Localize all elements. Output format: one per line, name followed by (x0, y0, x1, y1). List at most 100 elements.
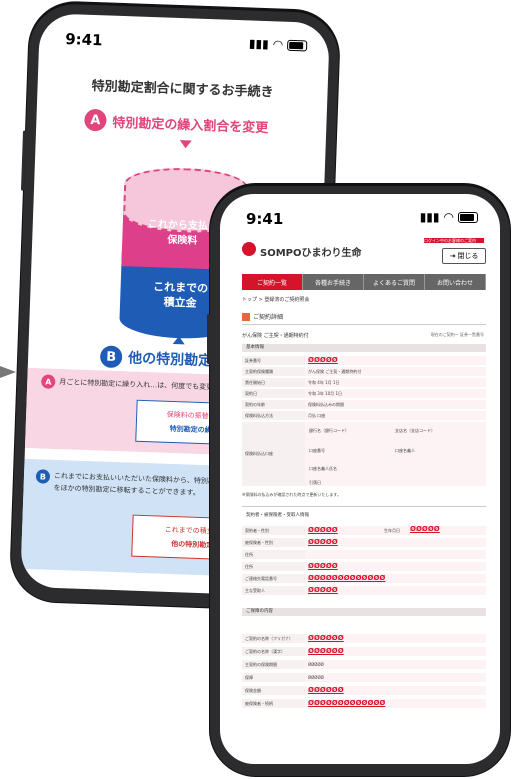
row-key: 住所 (242, 562, 305, 571)
login-notice-tag: ログイン中のお客様のご案内 (424, 238, 484, 243)
table-row: 契約の年齢 保険料払込みの期間 (242, 400, 486, 409)
row-key: 主な受取人 (242, 586, 305, 595)
divider (242, 324, 486, 325)
status-icons: ▮▮▮ ◠ (249, 36, 308, 52)
table-row: 被保険者・性別 ØØØØØ (242, 538, 486, 547)
volume-button (20, 130, 27, 191)
section-title-text: ご契約詳細 (253, 314, 284, 321)
table-row: 保険料払込方法 月払 口座 (242, 411, 486, 420)
status-icons: ▮▮▮ ◠ (420, 210, 478, 224)
footnote: ※保険料の払込みが確認された時点で更新いたします。 (242, 492, 341, 497)
product-title: がん保険 ご主契・通期特約付 (242, 333, 309, 339)
divider (242, 506, 486, 507)
row-value: 令和 3年 10月 1日 (305, 389, 486, 398)
table-row: 主契約保険種類 がん保険 ご主契・通期特約付 (242, 367, 486, 376)
breadcrumb: トップ > 登録済のご契約照会 (242, 297, 310, 303)
section-icon (242, 312, 250, 321)
row-key: 保障 (242, 673, 305, 682)
table-row: 証券番号 ØØØØØ (242, 356, 486, 365)
row-key: 主契約の保険期間 (242, 660, 305, 669)
row-key: 契約の年齢 (242, 400, 305, 409)
nav-item-contracts[interactable]: ご契約一覧 (242, 274, 303, 290)
table-row: ご契約の名称（フリガナ） ØØØØØØ (242, 634, 486, 643)
row-value: ØØØØØØØØØØØØØ (305, 699, 486, 708)
step-a-badge: A (84, 108, 107, 132)
row-value: ØØØØØØØØØØØØØ (305, 574, 486, 583)
close-button[interactable]: ⇥ 閉じる (442, 248, 486, 264)
sompo-logo-icon (242, 242, 256, 256)
payment-cell: 口座名義人 (395, 448, 415, 453)
row-value: ØØØØØ (305, 356, 486, 365)
table-row: ご連絡先電話番号 ØØØØØØØØØØØØØ (242, 574, 486, 583)
status-bar: 9:41 ▮▮▮ ◠ (39, 13, 330, 63)
section-bar-contractor: 契約者・被保険者・受取人情報 (242, 512, 486, 520)
brand-name: SOMPOひまわり生命 (260, 248, 362, 259)
page-title: 特別勘定割合に関するお手続き (91, 78, 274, 101)
status-bar: 9:41 ▮▮▮ ◠ (220, 194, 500, 234)
row-key: ご契約の名称（漢字） (242, 647, 305, 656)
wifi-icon: ◠ (272, 37, 284, 52)
volume-button (207, 314, 210, 364)
row-key: 主契約保険種類 (242, 367, 305, 376)
row-value: ØØØØØ (305, 660, 486, 669)
product-meta: 現在のご契約一 証券一覧番号 (430, 332, 484, 337)
row-value: ØØØØØØ (305, 647, 486, 656)
row-value: ØØØØØ (305, 562, 486, 571)
payment-cell: 支店名（支店コード） (395, 428, 435, 433)
up-arrow-icon (172, 335, 185, 345)
section-bar-coverage: ご保障の内容 (242, 608, 486, 616)
payment-cell: 銀行名（銀行コード） (309, 428, 349, 433)
nav-item-contact[interactable]: お問い合わせ (425, 274, 486, 290)
table-row: 住所 ØØØØØ (242, 562, 486, 571)
table-row: 保障 ØØØØØ (242, 673, 486, 682)
row-key: 保険金額 (242, 686, 305, 695)
row-value: 令和 4年 1月 1日 (305, 378, 486, 387)
row-value: ØØØØØ (305, 673, 486, 682)
arrow-indicator (0, 366, 16, 378)
payment-account-row: 保険料払込口座 銀行名（銀行コード） 支店名（支店コード） 口座番号 口座名義人… (242, 422, 486, 486)
row-key: 被保険者・性別 (242, 538, 305, 547)
pink-box-badge: A (41, 374, 56, 389)
status-time: 9:41 (64, 30, 103, 50)
row-key: 契約日 (242, 389, 305, 398)
close-label: 閉じる (457, 252, 479, 260)
step-b-badge: B (99, 345, 123, 369)
main-nav: ご契約一覧 各種お手続き よくあるご質問 お問い合わせ (242, 274, 486, 290)
signal-icon: ▮▮▮ (419, 210, 440, 224)
payment-cell: 引落日 (309, 480, 321, 485)
dob-label: 生年月日 (384, 528, 400, 533)
phone-mockup-front: 9:41 ▮▮▮ ◠ SOMPOひまわり生命 ログイン中のお客様のご案内 ⇥ 閉… (207, 184, 510, 776)
table-row: 責任開始日 令和 4年 1月 1日 (242, 378, 486, 387)
row-value: 月払 口座 (305, 411, 486, 420)
row-value: がん保険 ご主契・通期特約付 (305, 367, 486, 376)
row-value: 保険料払込みの期間 (305, 400, 486, 409)
row-key: ご契約の名称（フリガナ） (242, 634, 305, 643)
payment-cell: 口座名義人氏名 (309, 466, 337, 471)
down-arrow-icon (179, 140, 192, 149)
row-value: ØØØØØØ (305, 634, 486, 643)
table-row: ご契約の名称（漢字） ØØØØØØ (242, 647, 486, 656)
nav-item-procedures[interactable]: 各種お手続き (303, 274, 364, 290)
wifi-icon: ◠ (443, 210, 454, 224)
step-a-label: 特別勘定の繰入割合を変更 (112, 115, 269, 136)
nav-item-faq[interactable]: よくあるご質問 (364, 274, 425, 290)
payment-cell: 口座番号 (309, 448, 325, 453)
row-key: ご連絡先電話番号 (242, 574, 305, 583)
status-time: 9:41 (246, 210, 284, 228)
row-value: 銀行名（銀行コード） 支店名（支店コード） 口座番号 口座名義人 口座名義人氏名… (305, 422, 486, 486)
table-row: 契約者・性別 ØØØØØ (242, 526, 486, 535)
step-a-heading: A 特別勘定の繰入割合を変更 (84, 108, 269, 137)
row-key: 被保険者・続柄 (242, 699, 305, 708)
row-value: ØØØØØ (305, 586, 486, 595)
table-row: 主契約の保険期間 ØØØØØ (242, 660, 486, 669)
table-row: 被保険者・続柄 ØØØØØØØØØØØØØ (242, 699, 486, 708)
front-phone-screen: 9:41 ▮▮▮ ◠ SOMPOひまわり生命 ログイン中のお客様のご案内 ⇥ 閉… (220, 194, 500, 764)
section-bar-basic: 基本情報 (242, 344, 486, 352)
row-value: ØØØØØ (305, 538, 486, 547)
row-key: 住所 (242, 550, 305, 559)
signal-icon: ▮▮▮ (248, 36, 269, 52)
table-row: 主な受取人 ØØØØØ (242, 586, 486, 595)
row-value: ØØØØØØ (305, 686, 486, 695)
logout-icon: ⇥ (449, 252, 456, 260)
row-value (305, 550, 486, 559)
